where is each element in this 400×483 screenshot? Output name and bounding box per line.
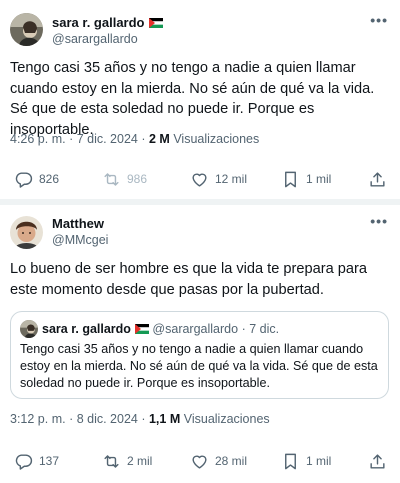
action-bar: 137 2 mil 28 mil 1 mil: [0, 450, 400, 474]
bookmark-button[interactable]: 1 mil: [281, 168, 331, 190]
like-count: 12 mil: [215, 172, 248, 186]
quoted-tweet[interactable]: sara r. gallardo @sarargallardo · 7 dic.…: [10, 311, 389, 399]
views-label: Visualizaciones: [173, 132, 260, 146]
reply-count: 137: [39, 454, 60, 468]
like-button[interactable]: 12 mil: [190, 168, 247, 190]
like-icon: [192, 173, 207, 187]
share-button[interactable]: [368, 168, 393, 190]
views-count: 1,1 M: [148, 412, 181, 426]
tweet-meta: 3:12 p. m. · 8 dic. 2024 · 1,1 M Visuali…: [10, 412, 270, 426]
views-label: Visualizaciones: [183, 412, 270, 426]
author-handle[interactable]: @sarargallardo: [52, 32, 138, 46]
repost-icon: [104, 454, 119, 468]
reply-icon: [15, 171, 33, 188]
like-count: 28 mil: [215, 454, 248, 468]
author-handle[interactable]: @MMcgei: [52, 233, 108, 247]
repost-count: 986: [127, 172, 148, 186]
more-icon[interactable]: •••: [370, 12, 388, 28]
bookmark-count: 1 mil: [306, 454, 332, 468]
reply-button[interactable]: 826: [14, 168, 59, 190]
repost-count: 2 mil: [127, 454, 153, 468]
palestine-flag-icon: [148, 16, 163, 28]
views-count: 2 M: [148, 132, 170, 146]
author-name-text[interactable]: sara r. gallardo: [52, 15, 145, 30]
tweet-date[interactable]: 8 dic. 2024: [77, 412, 138, 426]
bookmark-icon: [285, 453, 296, 469]
quoted-text: Tengo casi 35 años y no tengo a nadie a …: [20, 342, 378, 390]
bookmark-icon: [285, 171, 296, 187]
like-button[interactable]: 28 mil: [190, 450, 247, 472]
more-icon[interactable]: •••: [370, 213, 388, 229]
reply-button[interactable]: 137: [14, 450, 59, 472]
avatar-matthew[interactable]: [10, 216, 43, 249]
reply-icon: [15, 453, 33, 470]
action-bar: 826 986 12 mil 1 mil: [0, 168, 400, 192]
bookmark-count: 1 mil: [306, 172, 332, 186]
reply-count: 826: [39, 172, 60, 186]
tweet-date[interactable]: 7 dic. 2024: [77, 132, 138, 146]
tweet-meta: 4:26 p. m. · 7 dic. 2024 · 2 M Visualiza…: [10, 132, 260, 146]
repost-button[interactable]: 986: [102, 168, 147, 190]
tweet-text: Lo bueno de ser hombre es que la vida te…: [10, 261, 367, 298]
repost-icon: [104, 172, 119, 186]
author-name[interactable]: Matthew: [52, 216, 104, 231]
share-button[interactable]: [368, 450, 393, 472]
author-name[interactable]: sara r. gallardo: [52, 15, 163, 30]
tweet-matthew[interactable]: Matthew @MMcgei ••• Lo bueno de ser homb…: [0, 200, 400, 483]
quoted-avatar: [20, 320, 38, 338]
tweet-time[interactable]: 4:26 p. m.: [10, 132, 66, 146]
quoted-author-name: sara r. gallardo: [42, 322, 131, 336]
repost-button[interactable]: 2 mil: [102, 450, 152, 472]
quoted-author-handle: @sarargallardo: [152, 322, 239, 336]
palestine-flag-icon: [134, 323, 149, 334]
share-icon: [370, 453, 385, 469]
tweet-sara[interactable]: sara r. gallardo @sarargallardo ••• Teng…: [0, 0, 400, 200]
quoted-header: sara r. gallardo @sarargallardo · 7 dic.: [42, 322, 280, 336]
bookmark-button[interactable]: 1 mil: [281, 450, 331, 472]
quoted-date: 7 dic.: [249, 322, 280, 336]
share-icon: [370, 171, 385, 187]
tweet-text: Tengo casi 35 años y no tengo a nadie a …: [10, 60, 375, 138]
avatar-sara[interactable]: [10, 13, 43, 46]
tweet-time[interactable]: 3:12 p. m.: [10, 412, 66, 426]
like-icon: [192, 455, 207, 469]
